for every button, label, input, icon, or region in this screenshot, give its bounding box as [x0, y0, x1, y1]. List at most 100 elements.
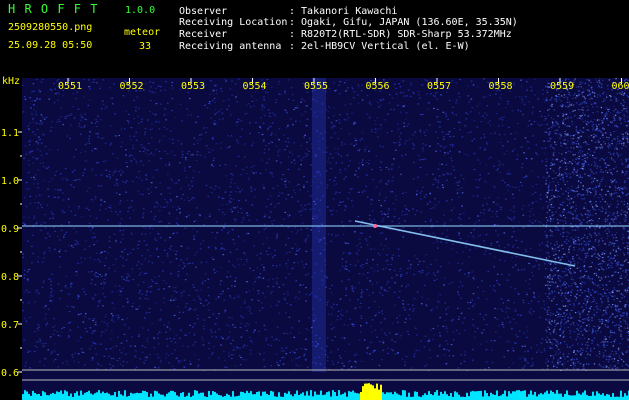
level-bar [24, 390, 26, 400]
meteor-head [373, 224, 377, 228]
level-bar [456, 392, 458, 400]
level-bar [468, 396, 470, 400]
level-bar [112, 395, 114, 400]
freq-label: 0.7 [1, 320, 19, 331]
time-label: 0558 [489, 81, 513, 92]
level-bar [200, 392, 202, 400]
time-label: 0556 [366, 81, 390, 92]
level-bar [476, 391, 478, 400]
level-bar [68, 395, 70, 400]
level-bar [252, 394, 254, 400]
level-bar [376, 383, 378, 400]
level-bar [304, 395, 306, 400]
level-bar [202, 392, 204, 400]
level-bar [210, 394, 212, 400]
level-bar [312, 396, 314, 400]
level-bar [554, 393, 556, 400]
level-bar [504, 390, 506, 400]
level-bar [442, 393, 444, 400]
level-bar [354, 392, 356, 400]
level-bar [478, 391, 480, 400]
level-bar [544, 392, 546, 400]
level-bar [512, 391, 514, 400]
level-bar [498, 396, 500, 400]
level-bar [404, 390, 406, 400]
level-bar [392, 394, 394, 400]
level-bar [28, 393, 30, 400]
level-bar [254, 394, 256, 400]
level-bar [576, 390, 578, 400]
level-bar [572, 395, 574, 400]
level-bar [340, 394, 342, 400]
level-bar [408, 392, 410, 400]
level-bar [240, 391, 242, 400]
level-bar [380, 384, 382, 400]
level-bar [508, 391, 510, 400]
level-bar [110, 395, 112, 400]
level-bar [584, 390, 586, 400]
level-bar [422, 395, 424, 400]
level-bar [74, 393, 76, 400]
time-label: 0600 [612, 81, 629, 92]
level-bar [606, 394, 608, 400]
level-bar [378, 389, 380, 400]
level-bar [388, 392, 390, 400]
level-bar [516, 390, 518, 400]
level-bar [546, 390, 548, 400]
level-bar [570, 395, 572, 400]
level-bar [70, 393, 72, 400]
time-label: 0557 [427, 81, 451, 92]
level-bar [34, 392, 36, 400]
level-bar [56, 391, 58, 400]
level-bar [88, 390, 90, 400]
freq-label: 1.0 [1, 176, 19, 187]
level-bar [118, 391, 120, 400]
level-bar [78, 395, 80, 400]
level-bar [60, 390, 62, 400]
level-bar [458, 394, 460, 400]
level-bar [414, 391, 416, 400]
level-bar [502, 393, 504, 400]
level-bar [350, 391, 352, 400]
level-bar [120, 394, 122, 400]
level-bar [518, 390, 520, 400]
level-bar [310, 390, 312, 400]
level-bar [22, 394, 24, 400]
level-bar [480, 390, 482, 400]
level-bar [568, 395, 570, 400]
level-bar [598, 393, 600, 400]
level-bar [348, 391, 350, 400]
level-bar [624, 393, 626, 400]
level-bar [220, 395, 222, 400]
level-bar [174, 392, 176, 400]
level-bar [288, 391, 290, 400]
level-bar [126, 396, 128, 400]
level-bar [574, 395, 576, 400]
level-bar [308, 395, 310, 400]
time-label: 0559 [550, 81, 574, 92]
level-bar [548, 393, 550, 400]
level-bar [262, 391, 264, 400]
level-bar [326, 392, 328, 400]
level-bar [146, 392, 148, 400]
level-bar [578, 393, 580, 400]
time-label: 0554 [243, 81, 267, 92]
level-bar [314, 391, 316, 400]
level-bar [208, 391, 210, 400]
level-bar [586, 394, 588, 400]
level-bar [212, 391, 214, 400]
level-bar [100, 393, 102, 400]
level-bar [368, 383, 370, 400]
level-bar [334, 392, 336, 400]
level-bar [42, 391, 44, 400]
level-bar [86, 392, 88, 400]
level-bar [428, 391, 430, 400]
level-bar [156, 391, 158, 400]
level-bar [370, 384, 372, 400]
level-bar [612, 393, 614, 400]
level-bar [104, 393, 106, 400]
level-bar [522, 390, 524, 400]
level-bar [152, 396, 154, 400]
freq-label: 0.6 [1, 368, 19, 379]
level-bar [132, 393, 134, 400]
